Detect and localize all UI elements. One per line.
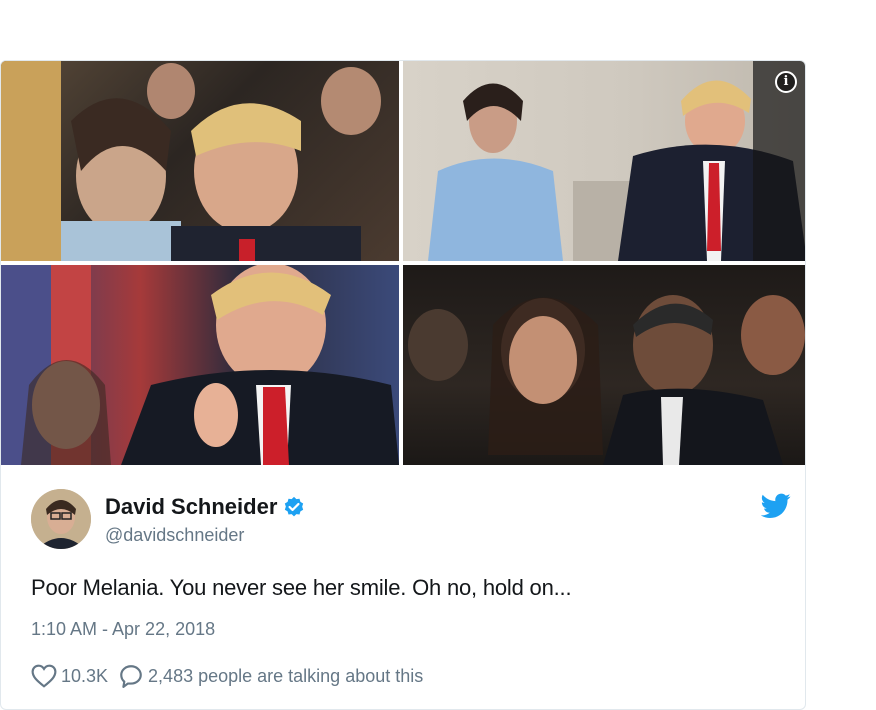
info-icon[interactable]: i — [775, 71, 797, 93]
photo-4[interactable] — [403, 265, 805, 465]
tweet-card[interactable]: i David Schneider @davidschneider Poor M… — [0, 60, 806, 710]
speech-bubble-icon — [118, 664, 144, 688]
photo-3[interactable] — [1, 265, 399, 465]
author-handle[interactable]: @davidschneider — [105, 525, 244, 546]
tweet-timestamp[interactable]: 1:10 AM - Apr 22, 2018 — [31, 619, 215, 640]
author-name[interactable]: David Schneider — [105, 494, 277, 520]
author-name-row: David Schneider — [105, 493, 305, 521]
like-button[interactable]: 10.3K — [31, 664, 108, 688]
photo-1-image — [1, 61, 381, 261]
verified-badge-icon — [283, 496, 305, 518]
photo-grid[interactable]: i — [1, 61, 805, 465]
photo-1[interactable] — [1, 61, 399, 261]
twitter-bird-icon[interactable] — [761, 493, 791, 519]
tweet-author: David Schneider @davidschneider — [31, 489, 791, 555]
heart-icon — [31, 664, 57, 688]
reply-conversation-link[interactable]: 2,483 people are talking about this — [118, 664, 423, 688]
tweet-text: Poor Melania. You never see her smile. O… — [31, 575, 572, 600]
avatar-image — [31, 489, 91, 549]
photo-2-image — [428, 61, 805, 261]
photo-2[interactable]: i — [403, 61, 805, 261]
photo-3-image — [1, 265, 399, 465]
like-count: 10.3K — [61, 665, 109, 686]
tweet-actions: 10.3K 2,483 people are talking about thi… — [31, 661, 423, 691]
avatar[interactable] — [31, 489, 91, 549]
photo-4-image — [408, 295, 805, 465]
conversation-count-text: 2,483 people are talking about this — [148, 665, 424, 686]
